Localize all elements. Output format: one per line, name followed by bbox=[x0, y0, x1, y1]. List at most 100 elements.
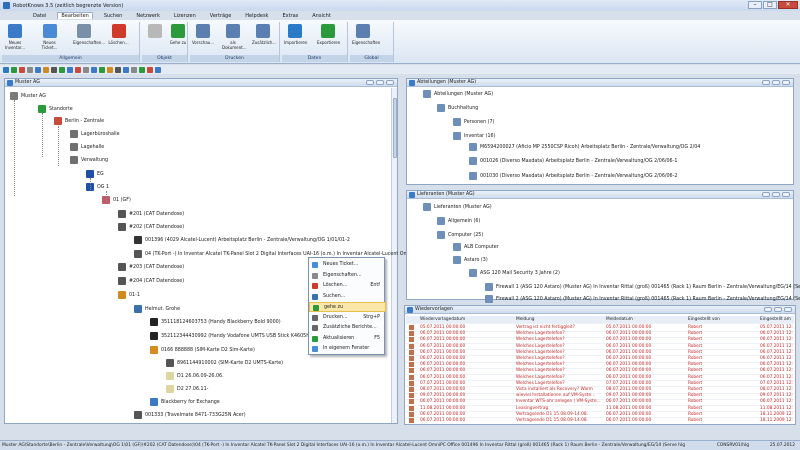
menu-item-6[interactable]: Helpdesk bbox=[242, 13, 271, 19]
tree-node[interactable]: #204 (CAT Datendose) bbox=[118, 277, 184, 285]
panel-minimize-button[interactable] bbox=[764, 307, 772, 312]
panel-minimize-button[interactable] bbox=[762, 192, 770, 197]
menu-item-2[interactable]: Suchen bbox=[101, 13, 126, 19]
toolbar-tool-icon-17[interactable] bbox=[139, 66, 145, 73]
context-menu-item-1[interactable]: Eigenschaften... bbox=[309, 271, 386, 281]
ribbon-button-2-2[interactable]: Zusätzlich... bbox=[252, 24, 276, 45]
tree-node[interactable]: 01-1 bbox=[118, 291, 140, 299]
panel-minimize-button[interactable] bbox=[762, 80, 770, 85]
tree-node[interactable]: Lagerbüroshalle bbox=[70, 130, 120, 138]
tree-node[interactable]: 001396 (4029 Alcatel-Lucent) Arbeitsplat… bbox=[134, 236, 350, 244]
toolbar-tool-icon-5[interactable] bbox=[43, 66, 49, 73]
toolbar-tool-icon-14[interactable] bbox=[115, 66, 121, 73]
tree-node[interactable]: #203 (CAT Datendose) bbox=[118, 263, 184, 271]
grid-column-header[interactable]: Meldung bbox=[516, 316, 602, 324]
toolbar-tool-icon-8[interactable] bbox=[67, 66, 73, 73]
toolbar-tool-icon-4[interactable] bbox=[35, 66, 41, 73]
tree-node[interactable]: 8961144910002 (SIM-Karte D2 UMTS-Karte) bbox=[166, 359, 283, 367]
supplier-node[interactable]: ASG 120 Mail Security 3 Jahre (2) bbox=[469, 269, 560, 277]
tree-node[interactable]: EG bbox=[86, 170, 104, 178]
tree-node[interactable]: Berlin - Zentrale bbox=[54, 117, 104, 125]
menu-item-7[interactable]: Extras bbox=[279, 13, 301, 19]
ribbon-button-3-1[interactable]: Exportieren bbox=[317, 24, 340, 45]
ribbon-button-0-0[interactable]: Neues Inventar... bbox=[4, 24, 26, 50]
supplier-node[interactable]: ALB Computer bbox=[453, 243, 499, 251]
grid-column-header[interactable]: Eingestellt von bbox=[688, 316, 756, 324]
tree-node[interactable]: Blackberry for Exchange bbox=[150, 398, 220, 406]
toolbar-tool-icon-7[interactable] bbox=[59, 66, 65, 73]
grid-column-header[interactable]: Eingestellt am bbox=[760, 316, 794, 324]
toolbar-tool-icon-18[interactable] bbox=[147, 66, 153, 73]
menu-item-8[interactable]: Ansicht bbox=[309, 13, 333, 19]
ribbon-button-4-0[interactable]: Eigenschaften bbox=[352, 24, 380, 45]
department-node[interactable]: Buchhaltung bbox=[437, 104, 478, 112]
close-button[interactable]: ✕ bbox=[778, 1, 798, 9]
panel-close-button[interactable] bbox=[784, 307, 792, 312]
tree-node[interactable]: #202 (CAT Datendose) bbox=[118, 223, 184, 231]
toolbar-tool-icon-13[interactable] bbox=[107, 66, 113, 73]
toolbar-tool-icon-19[interactable] bbox=[155, 66, 161, 73]
tree-node[interactable]: Standorte bbox=[38, 105, 73, 113]
supplier-node[interactable]: Astaro (3) bbox=[453, 256, 488, 264]
supplier-node[interactable]: Firewall 2 (ASG 120 Astaro) (Muster AG) … bbox=[485, 295, 800, 303]
ribbon-button-0-3[interactable]: Löschen... bbox=[108, 24, 130, 45]
department-node[interactable]: Inventar (16) bbox=[453, 132, 495, 140]
tree-node[interactable]: 001333 (Travelmate 8471-733G25N Acer) bbox=[134, 411, 246, 419]
tree-node[interactable]: D1 26.06.09-26.06. bbox=[166, 372, 224, 380]
department-node[interactable]: 001026 (Diverso Maxdata) Arbeitsplatz Be… bbox=[469, 157, 677, 165]
minimize-button[interactable]: – bbox=[748, 1, 762, 9]
panel-close-button[interactable] bbox=[386, 80, 394, 85]
tree-node[interactable]: Lagehalle bbox=[70, 143, 104, 151]
tree-node[interactable]: Helmut. Grohe bbox=[134, 305, 180, 313]
panel-maximize-button[interactable] bbox=[774, 307, 782, 312]
tree-node[interactable]: 351118124603753 (Handy Blackberry Bold 9… bbox=[150, 318, 281, 326]
toolbar-tool-icon-11[interactable] bbox=[91, 66, 97, 73]
grid-column-header[interactable]: Meldedatum bbox=[606, 316, 684, 324]
toolbar-tool-icon-1[interactable] bbox=[11, 66, 17, 73]
toolbar-tool-icon-2[interactable] bbox=[19, 66, 25, 73]
panel-close-button[interactable] bbox=[782, 192, 790, 197]
context-menu-item-5[interactable]: Drucken... Strg+P bbox=[309, 313, 386, 323]
panel-maximize-button[interactable] bbox=[772, 192, 780, 197]
context-menu-item-7[interactable]: Aktualisieren F5 bbox=[309, 334, 386, 344]
ribbon-button-1-0[interactable] bbox=[144, 24, 166, 40]
tree-node[interactable]: D2 27.06.11- bbox=[166, 385, 208, 393]
toolbar-tool-icon-6[interactable] bbox=[51, 66, 57, 73]
menu-item-5[interactable]: Verträge bbox=[207, 13, 235, 19]
department-node[interactable]: M6594200027 (Aficio MP 2550CSP Ricoh) Ar… bbox=[469, 143, 700, 151]
panel-close-button[interactable] bbox=[782, 80, 790, 85]
grid-column-header[interactable]: Wiedervorlagedatum bbox=[420, 316, 512, 324]
context-menu-item-4[interactable]: gehe zu bbox=[309, 302, 386, 312]
tree-node[interactable]: #201 (CAT Datendose) bbox=[118, 210, 184, 218]
panel-maximize-button[interactable] bbox=[772, 80, 780, 85]
context-menu-item-6[interactable]: Zusätzliche Berichte... bbox=[309, 323, 386, 333]
supplier-node[interactable]: Computer (25) bbox=[437, 231, 483, 239]
ribbon-button-3-0[interactable]: Importieren bbox=[284, 24, 307, 45]
tree-scrollbar-thumb[interactable] bbox=[393, 98, 397, 158]
tree-node[interactable]: 0166 888888 (SIM-Karte D2 Sim-Karte) bbox=[150, 346, 255, 354]
ribbon-button-2-0[interactable]: Vorschau... bbox=[192, 24, 214, 45]
toolbar-tool-icon-0[interactable] bbox=[3, 66, 9, 73]
tree-node[interactable]: Muster AG bbox=[10, 92, 46, 100]
menu-item-3[interactable]: Netzwerk bbox=[133, 13, 163, 19]
ribbon-button-2-1[interactable]: als Dokument... bbox=[222, 24, 247, 50]
toolbar-tool-icon-10[interactable] bbox=[83, 66, 89, 73]
tree-node[interactable]: 352112344430992 (Handy Vodafone UMTS USB… bbox=[150, 332, 312, 340]
toolbar-tool-icon-9[interactable] bbox=[75, 66, 81, 73]
panel-minimize-button[interactable] bbox=[366, 80, 374, 85]
tree-node[interactable]: Verwaltung bbox=[70, 156, 108, 164]
toolbar-tool-icon-3[interactable] bbox=[27, 66, 33, 73]
supplier-node[interactable]: Lieferanten (Muster AG) bbox=[423, 203, 492, 211]
ribbon-button-0-1[interactable]: Neues Ticket... bbox=[39, 24, 61, 50]
toolbar-tool-icon-16[interactable] bbox=[131, 66, 137, 73]
ribbon-button-0-2[interactable]: Eigenschaften... bbox=[73, 24, 105, 45]
supplier-node[interactable]: Firewall 1 (ASG 120 Astaro) (Muster AG) … bbox=[485, 283, 800, 291]
context-menu-item-2[interactable]: Löschen... Entf bbox=[309, 281, 386, 291]
menu-item-1[interactable]: Bearbeiten bbox=[57, 12, 93, 19]
department-node[interactable]: Personen (7) bbox=[453, 118, 494, 126]
table-row[interactable]: 06.07.2011 00:00:00 Vertragsende D1 15.08… bbox=[406, 417, 794, 424]
department-node[interactable]: 001030 (Diverso Maxdata) Arbeitsplatz Be… bbox=[469, 172, 677, 180]
menu-item-4[interactable]: Lizenzen bbox=[171, 13, 199, 19]
department-node[interactable]: Abteilungen (Muster AG) bbox=[423, 90, 493, 98]
menu-item-0[interactable]: Datei bbox=[30, 13, 49, 19]
